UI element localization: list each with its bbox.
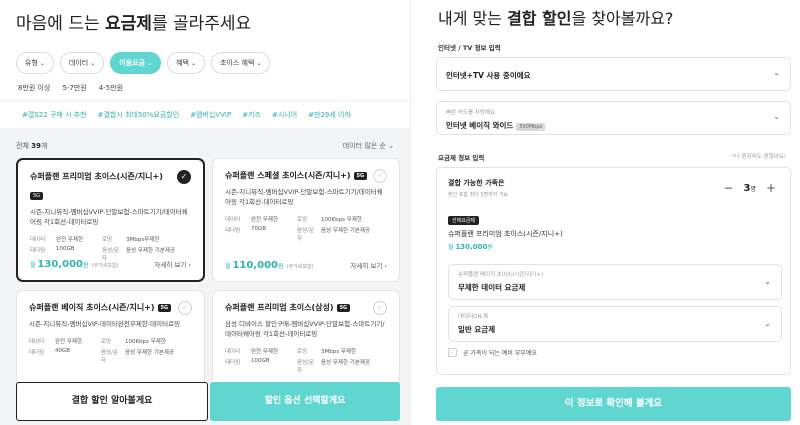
hashtag[interactable]: #갤S22 구매 시 추천 <box>22 110 87 120</box>
family-count-value: 3명 <box>743 182 756 194</box>
selected-plan-price: 월 130,000원 <box>448 243 493 251</box>
plan-description: 삼성 디바이스 할인구매-멤버십VVIP-단말보험-스마트기기/데이터쉐어링 각… <box>225 320 385 338</box>
minus-button[interactable]: − <box>723 181 733 195</box>
page-title: 내게 맞는 결합 할인을 찾아볼까요? <box>438 9 674 28</box>
plan-selection-panel: 마음에 드는 요금제를 골라주세요 유형 ⌄ 데이터 ⌄ 이용요금 ⌄ 혜택 ⌄ 초이스… <box>0 0 410 425</box>
plan-name: 슈퍼플랜 프리미엄 초이스(시즌/지니+) <box>30 172 163 181</box>
family-plan-select-2[interactable]: 데이터ON 톡 일반 요금제 ⌄ <box>448 306 782 342</box>
speed-tag: 500Mbps <box>516 123 546 131</box>
price-range-options: 8만원 이상 5-7만원 4-5만원 <box>18 83 123 93</box>
chevron-down-icon: ⌄ <box>764 277 771 286</box>
plan-specs: 데이터 완전 무제한 로밍 100Kbps 무제한 테더링 70GB 음성/문자 음성 무제… <box>225 217 371 242</box>
family-count-title: 결합 가능한 가족은 <box>448 179 505 187</box>
internet-section-label: 인터넷 / TV 정보 입력 <box>438 44 501 52</box>
5g-badge: 5G <box>157 303 172 312</box>
discount-options-button[interactable]: 할인 옵션 선택할게요 <box>210 382 400 421</box>
5g-badge: 5G <box>336 303 351 312</box>
plan-description: 시즌-지니뮤직-멤버십VIP-데이터완전무제한-데이터로밍 <box>29 320 181 328</box>
hashtag[interactable]: #멤버십VVIP <box>190 110 231 120</box>
internet-speed-select[interactable]: 빠른 속도를 자랑해요 인터넷 베이직 와이드 500Mbps ⌄ <box>436 101 791 135</box>
hashtag[interactable]: #만29세 이하 <box>308 110 351 120</box>
filter-bar: 유형 ⌄ 데이터 ⌄ 이용요금 ⌄ 혜택 ⌄ 초이스 혜택 ⌄ <box>16 52 271 74</box>
chevron-down-icon: ⌄ <box>388 142 394 150</box>
discount-check-button[interactable]: 결합 할인 알아볼게요 <box>16 382 208 421</box>
internet-tv-select[interactable]: 인터넷+TV 사용 중이에요 ⌄ <box>436 57 791 91</box>
check-icon[interactable]: ✓ <box>373 169 387 183</box>
detail-link[interactable]: 자세히 보기 › <box>154 259 191 269</box>
check-icon[interactable]: ✓ <box>178 301 192 315</box>
filter-benefit[interactable]: 혜택 ⌄ <box>167 52 205 74</box>
selected-plan-badge: 선택요금제 <box>448 216 480 225</box>
chevron-down-icon: ⌄ <box>773 68 780 77</box>
check-icon[interactable]: ✓ <box>177 170 191 184</box>
plan-name: 슈퍼플랜 스페셜 초이스(시즌/지니+) 5G <box>225 170 387 181</box>
plan-description: 시즌-지니뮤직-멤버십VVIP-단말보험-스마트기기/데이터쉐어링 각1회선-데… <box>30 208 188 226</box>
hashtag[interactable]: #결합시 최대50%요금할인 <box>98 110 180 120</box>
page-title: 마음에 드는 요금제를 골라주세요 <box>16 14 252 34</box>
detail-link[interactable]: 자세히 보기 › <box>350 260 387 270</box>
chevron-down-icon: ⌄ <box>190 60 196 67</box>
plan-section-label: 요금제 정보 입력 <box>438 154 485 162</box>
plan-price: 월 110,000원 (부가세포함) <box>225 260 314 271</box>
filter-data[interactable]: 데이터 ⌄ <box>59 52 105 74</box>
plan-specs: 데이터 완전 무제한 로밍 3Mbps 무제한 테더링 100GB 음성/문자 음성 무제한… <box>225 349 371 374</box>
plan-price: 월 130,000원 (부가세포함) <box>30 259 119 270</box>
family-count-stepper: − 3명 + <box>723 181 776 195</box>
5g-badge: 5G <box>30 192 44 200</box>
plan-list: 전체 39개 데이터 많은 순 ⌄ 슈퍼플랜 프리미엄 초이스(시즌/지니+) … <box>0 128 410 425</box>
price-range-option[interactable]: 8만원 이상 <box>18 83 50 93</box>
family-bundle-box: 결합 가능한 가족은 본인 포함 최대 5명까지 가능 − 3명 + 선택요금제… <box>436 167 791 375</box>
plan-name: 슈퍼플랜 프리미엄 초이스(삼성) 5G <box>225 302 387 313</box>
helper-note: *나 혼자라도 괜찮아요! <box>732 154 786 160</box>
hashtag[interactable]: #시니어 <box>272 110 297 120</box>
plan-card[interactable]: 슈퍼플랜 프리미엄 초이스(시즌/지니+) 5G ✓ 시즌-지니뮤직-멤버십VV… <box>16 158 205 282</box>
engaged-couple-checkbox[interactable]: ✓ 곧 가족이 되는 예비 부부예요 <box>448 348 537 357</box>
confirm-button[interactable]: 이 정보로 확인해 볼게요 <box>436 387 791 421</box>
chevron-down-icon: ⌄ <box>90 60 96 67</box>
chevron-down-icon: ⌄ <box>773 112 780 121</box>
filter-price[interactable]: 이용요금 ⌄ <box>110 52 162 74</box>
sort-dropdown[interactable]: 데이터 많은 순 ⌄ <box>343 141 394 151</box>
check-icon[interactable]: ✓ <box>373 301 387 315</box>
plan-description: 시즌-지니뮤직-멤버십VVIP-단말보험-스마트기기/데이터쉐어링 각1회선-데… <box>225 188 383 206</box>
chevron-down-icon: ⌄ <box>256 60 262 67</box>
filter-choice-benefit[interactable]: 초이스 혜택 ⌄ <box>211 52 271 74</box>
plan-specs: 데이터 완전 무제한 로밍 100Kbps 무제한 테더링 40GB 음성/문자 음성 무제… <box>29 339 175 364</box>
result-count: 전체 39개 <box>16 142 48 150</box>
plan-specs: 데이터 완전 무제한 로밍 3Mbps무제한 테더링 100GB 음성/문자 음성 무제한 … <box>30 237 176 262</box>
plan-card[interactable]: 슈퍼플랜 스페셜 초이스(시즌/지니+) 5G ✓ 시즌-지니뮤직-멤버십VVIP… <box>212 158 400 282</box>
chevron-down-icon: ⌄ <box>764 319 771 328</box>
bundle-discount-panel: 내게 맞는 결합 할인을 찾아볼까요? 인터넷 / TV 정보 입력 인터넷+T… <box>410 0 800 425</box>
chevron-down-icon: ⌄ <box>39 60 45 67</box>
family-plan-select-1[interactable]: 슈퍼플랜 베이직 초이스(시즌/지니+) 무제한 데이터 요금제 ⌄ <box>448 264 782 300</box>
checkbox-icon: ✓ <box>448 348 457 357</box>
family-count-hint: 본인 포함 최대 5명까지 가능 <box>448 192 509 198</box>
price-range-option[interactable]: 4-5만원 <box>99 83 123 93</box>
chevron-down-icon: ⌄ <box>147 60 153 67</box>
hashtag-bar: #갤S22 구매 시 추천 #결합시 최대50%요금할인 #멤버십VVIP #키… <box>0 100 410 128</box>
selected-plan-name: 슈퍼플랜 프리미엄 초이스(시즌/지니+) <box>448 230 563 238</box>
price-range-option[interactable]: 5-7만원 <box>62 83 86 93</box>
hashtag[interactable]: #키즈 <box>242 110 261 120</box>
5g-badge: 5G <box>353 171 368 180</box>
plus-button[interactable]: + <box>766 181 776 195</box>
plan-name: 슈퍼플랜 베이직 초이스(시즌/지니+) 5G <box>29 302 192 313</box>
filter-type[interactable]: 유형 ⌄ <box>16 52 54 74</box>
